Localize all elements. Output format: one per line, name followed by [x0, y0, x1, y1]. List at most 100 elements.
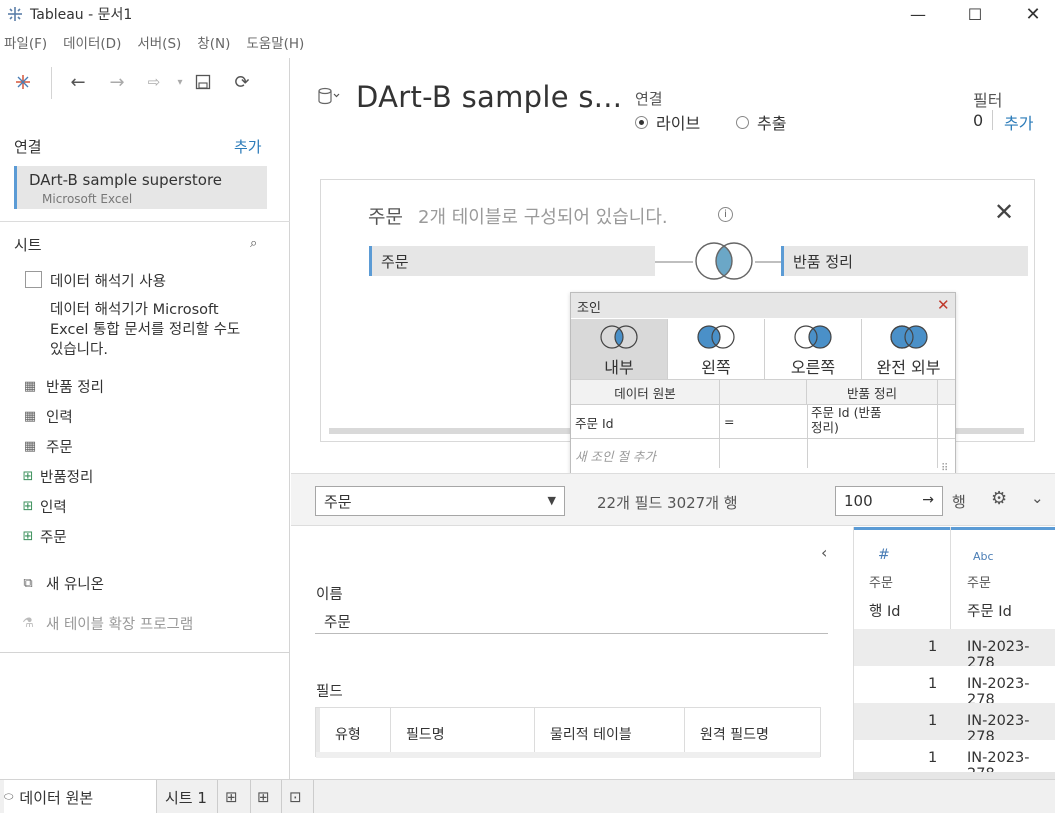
join-right-field[interactable]: 주문 Id (반품 정리): [811, 405, 881, 435]
new-table-extension[interactable]: ⚗ 새 테이블 확장 프로그램: [20, 613, 193, 633]
tab-sheet1[interactable]: 시트 1: [165, 780, 217, 813]
grid-col2-name[interactable]: 주문 Id: [967, 600, 1012, 621]
left-join-icon: [697, 325, 735, 349]
add-connection-link[interactable]: 추가: [234, 136, 262, 157]
rows-input[interactable]: 100 →: [835, 486, 943, 516]
bottom-tab-bar: ⬭ 데이터 원본 시트 1 ⊞ ⊞ ⊡: [0, 779, 1055, 813]
sheet-item-people-range[interactable]: ⊞ 인력: [20, 496, 67, 516]
maximize-button[interactable]: ☐: [952, 0, 998, 28]
tableau-logo-icon: [6, 5, 24, 23]
save-icon[interactable]: [191, 70, 215, 94]
extract-radio[interactable]: 추출: [736, 110, 786, 134]
left-panel: ← → ⇨ ▾ ⟳ 연결 추가 DArt-B sample superstore…: [0, 58, 290, 779]
number-type-icon[interactable]: #: [878, 547, 890, 563]
name-value[interactable]: 주문: [324, 611, 351, 632]
col-physical-table[interactable]: 물리적 테이블: [550, 724, 632, 744]
grid-col1-name[interactable]: 행 Id: [869, 600, 900, 621]
sheet-item-people[interactable]: ▦ 인력: [22, 406, 73, 426]
join-type-inner[interactable]: 내부: [571, 319, 668, 379]
join-type-full-outer[interactable]: 완전 외부: [862, 319, 955, 379]
data-bar: 주문 ▼ 22개 필드 3027개 행 100 → 행 ⚙ ⌄: [291, 473, 1055, 526]
col-field-name[interactable]: 필드명: [406, 724, 445, 744]
join-operator[interactable]: =: [724, 414, 734, 429]
redo-icon[interactable]: ⇨: [142, 70, 166, 94]
connection-name: DArt-B sample superstore: [29, 171, 223, 189]
live-radio[interactable]: 라이브: [635, 110, 700, 134]
datasource-title[interactable]: DArt-B sample s...: [356, 80, 622, 114]
new-union[interactable]: ⧉ 새 유니온: [20, 573, 104, 593]
field-row-summary: 22개 필드 3027개 행: [597, 494, 738, 512]
filter-label: 필터: [973, 91, 1003, 110]
name-label: 이름: [316, 587, 343, 603]
close-window-button[interactable]: ✕: [1010, 0, 1055, 28]
sheet-item-returns[interactable]: ▦ 반품 정리: [22, 376, 104, 396]
apply-arrow-icon[interactable]: →: [922, 492, 934, 508]
data-grid: # 주문 행 Id Abc 주문 주문 Id 1 IN-2023-278 1 I…: [853, 527, 1055, 782]
join-type-left[interactable]: 왼쪽: [668, 319, 765, 379]
right-table-box[interactable]: 반품 정리: [781, 246, 1028, 276]
forward-icon[interactable]: →: [105, 70, 129, 94]
close-canvas-icon[interactable]: ✕: [994, 198, 1014, 226]
interpreter-checkbox[interactable]: [25, 271, 42, 288]
datasource-cylinder-icon[interactable]: [317, 87, 341, 107]
add-join-clause[interactable]: 새 조인 절 추가: [575, 446, 656, 465]
refresh-icon[interactable]: ⟳: [230, 70, 254, 94]
fields-label: 필드: [316, 684, 343, 700]
add-filter-link[interactable]: 추가: [1004, 110, 1033, 134]
radio-unselected-icon: [736, 115, 749, 129]
join-left-field[interactable]: 주문 Id: [575, 413, 614, 432]
toolbar: ← → ⇨ ▾ ⟳: [0, 58, 290, 104]
table-icon: ▦: [23, 378, 37, 394]
connection-item[interactable]: DArt-B sample superstore Microsoft Excel: [14, 166, 267, 209]
dropdown-arrow-icon: ▼: [547, 494, 556, 507]
right-join-icon: [794, 325, 832, 349]
union-icon: ⧉: [23, 575, 33, 591]
join-type-right[interactable]: 오른쪽: [765, 319, 862, 379]
tab-datasource[interactable]: ⬭ 데이터 원본: [4, 780, 156, 813]
back-icon[interactable]: ←: [66, 70, 90, 94]
sheet-item-orders[interactable]: ▦ 주문: [22, 436, 73, 456]
string-type-icon[interactable]: Abc: [973, 550, 994, 563]
full-outer-join-icon: [889, 325, 928, 349]
table-icon: ▦: [23, 408, 37, 424]
menu-bar: 파일(F) 데이터(D) 서버(S) 창(N) 도움말(H): [0, 32, 316, 56]
gear-icon[interactable]: ⚙: [991, 488, 1007, 509]
new-dashboard-icon[interactable]: ⊞: [257, 780, 270, 813]
chevron-down-icon[interactable]: ▾: [168, 70, 192, 94]
grid-scrollbar[interactable]: [854, 772, 1055, 779]
table-row[interactable]: 1 IN-2023-278: [854, 703, 1055, 745]
window-title: Tableau - 문서1: [30, 7, 133, 23]
col-type[interactable]: 유형: [335, 724, 361, 744]
chevron-down-icon[interactable]: ⌄: [1031, 489, 1044, 507]
new-story-icon[interactable]: ⊡: [289, 780, 302, 813]
info-icon[interactable]: i: [718, 207, 733, 222]
menu-window[interactable]: 창(N): [193, 32, 234, 56]
metadata-pane: ‹ 이름 주문 필드 유형 필드명 물리적 테이블 원격 필드명: [291, 527, 853, 779]
menu-file[interactable]: 파일(F): [0, 32, 51, 56]
sheet-item-orders-range[interactable]: ⊞ 주문: [20, 526, 67, 546]
grid-col1-source: 주문: [869, 576, 893, 591]
col-remote-field-name[interactable]: 원격 필드명: [700, 724, 769, 744]
table-row[interactable]: 1 IN-2023-278: [854, 666, 1055, 708]
table-select[interactable]: 주문 ▼: [315, 486, 565, 516]
search-icon[interactable]: ⌕: [250, 236, 257, 251]
join-dialog: 조인 ✕ 내부 왼쪽 오른쪽 완전 외부 데이터 원본 반품 정리 주문 Id …: [570, 292, 956, 478]
menu-help[interactable]: 도움말(H): [242, 32, 308, 56]
menu-data[interactable]: 데이터(D): [59, 32, 125, 56]
inner-join-venn-icon[interactable]: [693, 241, 755, 281]
close-join-icon[interactable]: ✕: [937, 296, 950, 314]
menu-server[interactable]: 서버(S): [133, 32, 185, 56]
connection-type: Microsoft Excel: [42, 192, 133, 206]
sheet-item-returns-range[interactable]: ⊞ 반품정리: [20, 466, 94, 486]
collapse-chevron-icon[interactable]: ‹: [821, 543, 827, 562]
tableau-start-icon[interactable]: [11, 70, 35, 94]
minimize-button[interactable]: —: [895, 0, 941, 28]
join-col-left-header: 데이터 원본: [571, 380, 719, 404]
rows-label: 행: [952, 493, 966, 511]
left-table-box[interactable]: 주문: [369, 246, 655, 276]
connections-title: 연결: [14, 138, 42, 156]
new-worksheet-icon[interactable]: ⊞: [225, 780, 238, 813]
table-row[interactable]: 1 IN-2023-278: [854, 629, 1055, 671]
named-range-icon: ⊞: [22, 498, 34, 514]
canvas-subtitle: 2개 테이블로 구성되어 있습니다.: [418, 207, 668, 228]
